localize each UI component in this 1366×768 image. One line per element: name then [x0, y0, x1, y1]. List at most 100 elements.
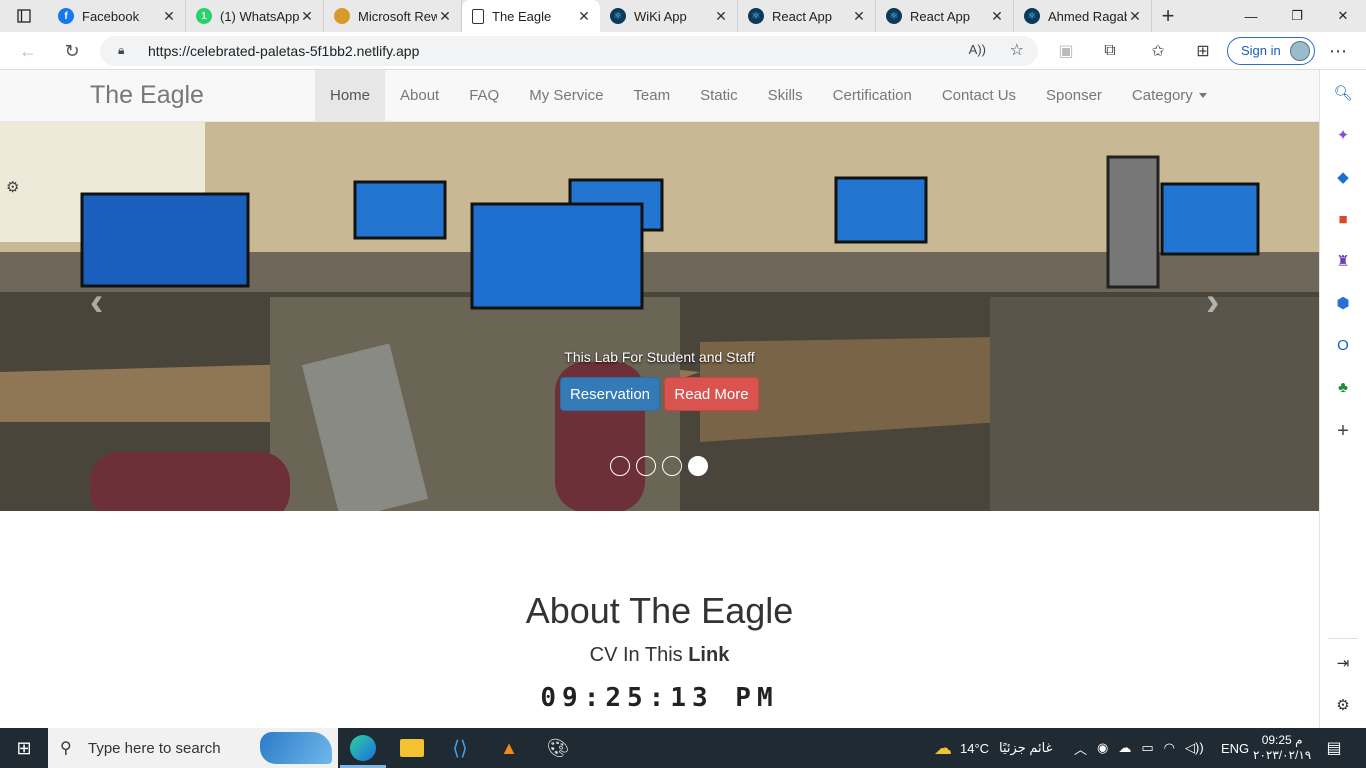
- browser-tab-react-app[interactable]: ⚛ React App ✕: [738, 0, 876, 32]
- language-indicator[interactable]: ENG: [1221, 728, 1249, 768]
- close-tab-icon[interactable]: ✕: [851, 8, 867, 25]
- url-text[interactable]: https://celebrated-paletas-5f1bb2.netlif…: [148, 43, 419, 59]
- browser-tab-whatsapp[interactable]: 1 (1) WhatsApp ✕: [186, 0, 324, 32]
- close-tab-icon[interactable]: ✕: [713, 8, 729, 25]
- menu-item-team[interactable]: Team: [618, 70, 685, 121]
- chevron-up-icon[interactable]: ︿: [1074, 739, 1087, 758]
- menu-item-faq[interactable]: FAQ: [454, 70, 514, 121]
- vlc-icon[interactable]: ▲: [497, 736, 521, 760]
- site-menu: Home About FAQ My Service Team Static Sk…: [315, 70, 1222, 121]
- read-aloud-icon[interactable]: A)): [969, 42, 986, 57]
- gear-icon[interactable]: ⚙: [6, 178, 19, 196]
- menu-item-contact-us[interactable]: Contact Us: [927, 70, 1031, 121]
- battery-icon[interactable]: ▭: [1141, 740, 1153, 756]
- menu-item-sponser[interactable]: Sponser: [1031, 70, 1117, 121]
- browser-tab-facebook[interactable]: f Facebook ✕: [48, 0, 186, 32]
- browser-tab-microsoft-rewards[interactable]: Microsoft Rew ✕: [324, 0, 462, 32]
- paint-icon[interactable]: 🎨︎: [546, 736, 570, 760]
- hero-carousel: ⚙ ‹ › This Lab For Student and Staff Res…: [0, 122, 1319, 511]
- computer-lab-image: [0, 122, 1319, 511]
- close-tab-icon[interactable]: ✕: [437, 8, 453, 25]
- browser-tab-ahmed-ragab[interactable]: ⚛ Ahmed Ragab ✕: [1014, 0, 1152, 32]
- shopping-icon[interactable]: ◆: [1332, 166, 1354, 188]
- menu-item-home[interactable]: Home: [315, 70, 386, 121]
- reservation-button[interactable]: Reservation: [560, 377, 660, 411]
- carousel-prev-icon[interactable]: ‹: [90, 280, 103, 325]
- browser-tab-wiki-app[interactable]: ⚛ WiKi App ✕: [600, 0, 738, 32]
- new-tab-button[interactable]: +: [1152, 0, 1184, 32]
- carousel-indicator[interactable]: [636, 456, 656, 476]
- windows-taskbar: ⊞ ⚲ Type here to search ⟨⟩ ▲ 🎨︎ ☁ 14°C غ…: [0, 728, 1366, 768]
- carousel-indicator[interactable]: [662, 456, 682, 476]
- carousel-next-icon[interactable]: ›: [1206, 280, 1219, 325]
- settings-icon[interactable]: ⚙: [1332, 694, 1354, 716]
- microsoft-365-icon[interactable]: ⬢: [1332, 292, 1354, 314]
- onedrive-icon[interactable]: ☁: [1118, 740, 1131, 756]
- carousel-indicator-active[interactable]: [688, 456, 708, 476]
- browser-tab-react-app[interactable]: ⚛ React App ✕: [876, 0, 1014, 32]
- menu-item-skills[interactable]: Skills: [753, 70, 818, 121]
- menu-item-about[interactable]: About: [385, 70, 454, 121]
- browser-tab-the-eagle[interactable]: The Eagle ✕: [462, 0, 600, 32]
- menu-item-category[interactable]: Category: [1117, 70, 1222, 121]
- app-available-icon[interactable]: ▣: [1051, 38, 1081, 64]
- outlook-icon[interactable]: O: [1332, 334, 1354, 356]
- refresh-icon[interactable]: ↻: [58, 38, 86, 64]
- browser-tab-strip: f Facebook ✕ 1 (1) WhatsApp ✕ Microsoft Re…: [0, 0, 1366, 32]
- tree-icon[interactable]: ♣: [1332, 376, 1354, 398]
- address-bar[interactable]: 🔒︎ https://celebrated-paletas-5f1bb2.net…: [100, 36, 1038, 66]
- back-icon[interactable]: ←: [14, 38, 42, 64]
- about-title: About The Eagle: [525, 590, 794, 631]
- extensions-icon[interactable]: ⧉: [1095, 38, 1125, 64]
- file-explorer-icon[interactable]: [400, 739, 424, 757]
- favorites-icon[interactable]: ✩: [1143, 38, 1173, 64]
- lock-icon[interactable]: 🔒︎: [118, 43, 124, 58]
- close-tab-icon[interactable]: ✕: [1127, 8, 1143, 25]
- clock-tray[interactable]: 09:25 م ٢٠٢٣/٠٢/١٩: [1253, 728, 1311, 768]
- windows-start-icon[interactable]: ⊞: [12, 736, 36, 760]
- taskbar-search[interactable]: ⚲ Type here to search: [48, 728, 338, 768]
- address-toolbar: ← ↻ 🔒︎ https://celebrated-paletas-5f1bb2…: [0, 32, 1366, 70]
- caret-down-icon: [1198, 93, 1207, 98]
- tools-icon[interactable]: ■: [1332, 208, 1354, 230]
- games-icon[interactable]: ♜: [1332, 250, 1354, 272]
- restore-icon[interactable]: ❐: [1274, 0, 1320, 32]
- close-tab-icon[interactable]: ✕: [989, 8, 1005, 25]
- carousel-indicator[interactable]: [610, 456, 630, 476]
- volume-icon[interactable]: ◁)): [1185, 740, 1204, 756]
- rewards-icon: [334, 8, 350, 24]
- page-viewport: The Eagle Home About FAQ My Service Team…: [0, 70, 1319, 728]
- menu-item-certification[interactable]: Certification: [818, 70, 927, 121]
- camera-icon[interactable]: ◉: [1097, 740, 1108, 756]
- close-window-icon[interactable]: ✕: [1320, 0, 1366, 32]
- search-icon[interactable]: 🔍︎: [1332, 82, 1354, 104]
- collections-icon[interactable]: ⊞: [1188, 38, 1218, 64]
- hide-sidebar-icon[interactable]: ⇥: [1332, 652, 1354, 674]
- edge-icon[interactable]: [350, 735, 376, 761]
- site-brand[interactable]: The Eagle: [90, 81, 204, 110]
- menu-item-my-service[interactable]: My Service: [514, 70, 618, 121]
- weather-icon: ☁: [934, 737, 952, 758]
- carousel-caption: This Lab For Student and Staff: [564, 349, 755, 365]
- divider: [1328, 638, 1358, 639]
- close-tab-icon[interactable]: ✕: [299, 8, 315, 25]
- vscode-icon[interactable]: ⟨⟩: [448, 736, 472, 760]
- add-icon[interactable]: +: [1332, 420, 1354, 442]
- weather-widget[interactable]: ☁ 14°C غائم جزئيًا: [934, 728, 1052, 768]
- close-tab-icon[interactable]: ✕: [576, 8, 592, 25]
- notifications-icon[interactable]: ▤: [1322, 736, 1346, 760]
- tab-actions-icon[interactable]: [0, 0, 48, 32]
- close-tab-icon[interactable]: ✕: [161, 8, 177, 25]
- cv-link[interactable]: Link: [688, 644, 729, 666]
- read-more-button[interactable]: Read More: [664, 377, 759, 411]
- avatar: [1290, 41, 1310, 61]
- copilot-icon[interactable]: ✦: [1332, 124, 1354, 146]
- add-favorite-icon[interactable]: ☆: [1010, 40, 1024, 60]
- sign-in-button[interactable]: Sign in: [1227, 37, 1315, 65]
- more-options-icon[interactable]: ⋯: [1323, 38, 1353, 64]
- tray-icons: ︿ ◉ ☁ ▭ ◠ ◁)): [1074, 728, 1204, 768]
- menu-item-static[interactable]: Static: [685, 70, 753, 121]
- react-icon: ⚛: [748, 8, 764, 24]
- wifi-icon[interactable]: ◠: [1164, 740, 1175, 756]
- minimize-icon[interactable]: ―: [1228, 0, 1274, 32]
